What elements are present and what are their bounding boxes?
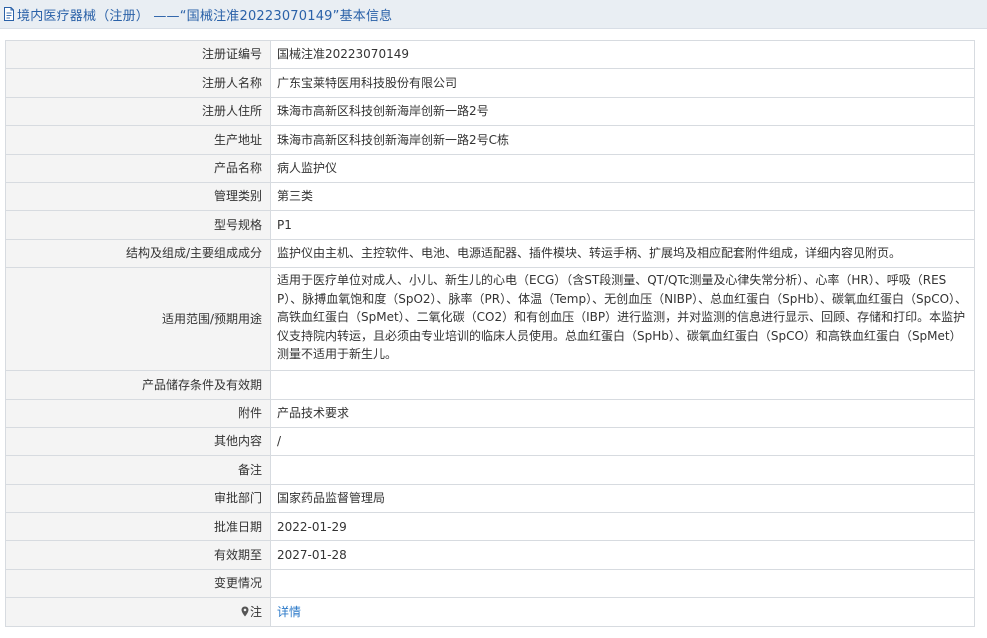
table-row: 附件 产品技术要求 [5, 398, 975, 428]
row-label-registrant-name: 注册人名称 [5, 68, 271, 98]
row-value-note: 详情 [270, 597, 975, 627]
row-value-structure: 监护仪由主机、主控软件、电池、电源适配器、插件模块、转运手柄、扩展坞及相应配套附… [270, 238, 975, 269]
row-value-storage-conditions [270, 370, 975, 400]
row-value-approval-date: 2022-01-29 [270, 512, 975, 542]
row-value-registration-no: 国械注准20223070149 [270, 39, 975, 70]
row-value-valid-until: 2027-01-28 [270, 540, 975, 570]
row-label-registration-no: 注册证编号 [5, 39, 271, 70]
table-row: 管理类别 第三类 [5, 181, 975, 212]
row-value-other-content: / [270, 426, 975, 457]
device-info-table: 注册证编号 国械注准20223070149 注册人名称 广东宝莱特医用科技股份有… [5, 39, 975, 627]
pin-icon [241, 606, 249, 617]
table-row: 备注 [5, 455, 975, 485]
row-label-change-history: 变更情况 [5, 568, 271, 599]
row-value-management-class: 第三类 [270, 181, 975, 212]
document-icon [4, 7, 14, 21]
table-row: 注册证编号 国械注准20223070149 [5, 39, 975, 70]
row-label-storage-conditions: 产品储存条件及有效期 [5, 370, 271, 400]
table-row: 产品储存条件及有效期 [5, 370, 975, 400]
row-label-product-name: 产品名称 [5, 153, 271, 183]
row-value-remarks [270, 455, 975, 485]
page-header: 境内医疗器械（注册） ——“国械注准20223070149”基本信息 [0, 0, 987, 29]
table-row: 审批部门 国家药品监督管理局 [5, 483, 975, 514]
row-value-registrant-address: 珠海市高新区科技创新海岸创新一路2号 [270, 96, 975, 127]
page-title: 境内医疗器械（注册） ——“国械注准20223070149”基本信息 [17, 8, 393, 24]
row-label-valid-until: 有效期至 [5, 540, 271, 570]
table-row: 注 详情 [5, 597, 975, 627]
note-label-text: 注 [249, 604, 262, 619]
row-label-note: 注 [5, 597, 271, 627]
row-label-approval-dept: 审批部门 [5, 483, 271, 514]
table-row: 型号规格 P1 [5, 210, 975, 240]
row-value-intended-use: 适用于医疗单位对成人、小儿、新生儿的心电（ECG）（含ST段测量、QT/QTc测… [270, 267, 975, 372]
row-value-change-history [270, 568, 975, 599]
row-label-registrant-address: 注册人住所 [5, 96, 271, 127]
row-label-intended-use: 适用范围/预期用途 [5, 267, 271, 372]
row-label-structure: 结构及组成/主要组成成分 [5, 238, 271, 269]
row-label-production-address: 生产地址 [5, 125, 271, 155]
table-row: 注册人名称 广东宝莱特医用科技股份有限公司 [5, 68, 975, 98]
details-link[interactable]: 详情 [277, 605, 301, 619]
row-label-remarks: 备注 [5, 455, 271, 485]
row-value-registrant-name: 广东宝莱特医用科技股份有限公司 [270, 68, 975, 98]
row-label-model-spec: 型号规格 [5, 210, 271, 240]
row-value-product-name: 病人监护仪 [270, 153, 975, 183]
table-row: 批准日期 2022-01-29 [5, 512, 975, 542]
table-row: 产品名称 病人监护仪 [5, 153, 975, 183]
table-row: 有效期至 2027-01-28 [5, 540, 975, 570]
table-row: 适用范围/预期用途 适用于医疗单位对成人、小儿、新生儿的心电（ECG）（含ST段… [5, 267, 975, 372]
row-value-production-address: 珠海市高新区科技创新海岸创新一路2号C栋 [270, 125, 975, 155]
table-row: 变更情况 [5, 568, 975, 599]
row-value-approval-dept: 国家药品监督管理局 [270, 483, 975, 514]
row-value-model-spec: P1 [270, 210, 975, 240]
row-label-other-content: 其他内容 [5, 426, 271, 457]
row-label-management-class: 管理类别 [5, 181, 271, 212]
table-row: 其他内容 / [5, 426, 975, 457]
row-label-approval-date: 批准日期 [5, 512, 271, 542]
row-value-attachments: 产品技术要求 [270, 398, 975, 428]
table-row: 注册人住所 珠海市高新区科技创新海岸创新一路2号 [5, 96, 975, 127]
row-label-attachments: 附件 [5, 398, 271, 428]
table-row: 生产地址 珠海市高新区科技创新海岸创新一路2号C栋 [5, 125, 975, 155]
table-row: 结构及组成/主要组成成分 监护仪由主机、主控软件、电池、电源适配器、插件模块、转… [5, 238, 975, 269]
